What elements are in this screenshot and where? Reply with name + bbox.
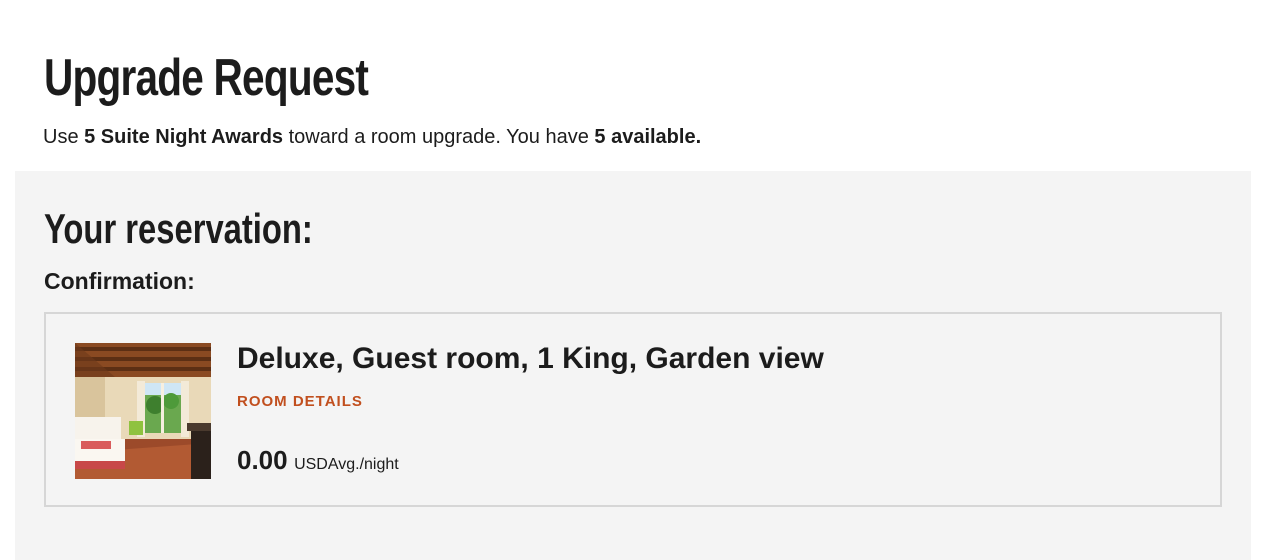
- hotel-room-photo-icon: [75, 343, 211, 479]
- price-unit: USDAvg./night: [294, 456, 399, 473]
- page-title: Upgrade Request: [44, 49, 369, 107]
- available-count: 5 available.: [594, 126, 702, 148]
- confirmation-label: Confirmation:: [44, 268, 195, 294]
- reservation-heading: Your reservation:: [44, 205, 313, 252]
- price-row: 0.00 USDAvg./night: [237, 444, 399, 481]
- room-details-link[interactable]: ROOM DETAILS: [237, 392, 363, 412]
- price-amount: 0.00: [237, 445, 288, 475]
- reservation-panel: Your reservation: Confirmation: Deluxe, …: [15, 171, 1251, 560]
- intro-part1: Use: [43, 126, 85, 148]
- room-card: Deluxe, Guest room, 1 King, Garden view …: [44, 312, 1222, 507]
- room-photo: [75, 343, 211, 479]
- room-name: Deluxe, Guest room, 1 King, Garden view: [237, 342, 824, 375]
- intro-part2: toward a room upgrade. You have: [283, 126, 595, 148]
- awards-count: 5 Suite Night Awards: [84, 126, 284, 148]
- upgrade-request-page: Upgrade Request Use 5 Suite Night Awards…: [0, 0, 1286, 560]
- intro-text: Use 5 Suite Night Awards toward a room u…: [43, 124, 701, 150]
